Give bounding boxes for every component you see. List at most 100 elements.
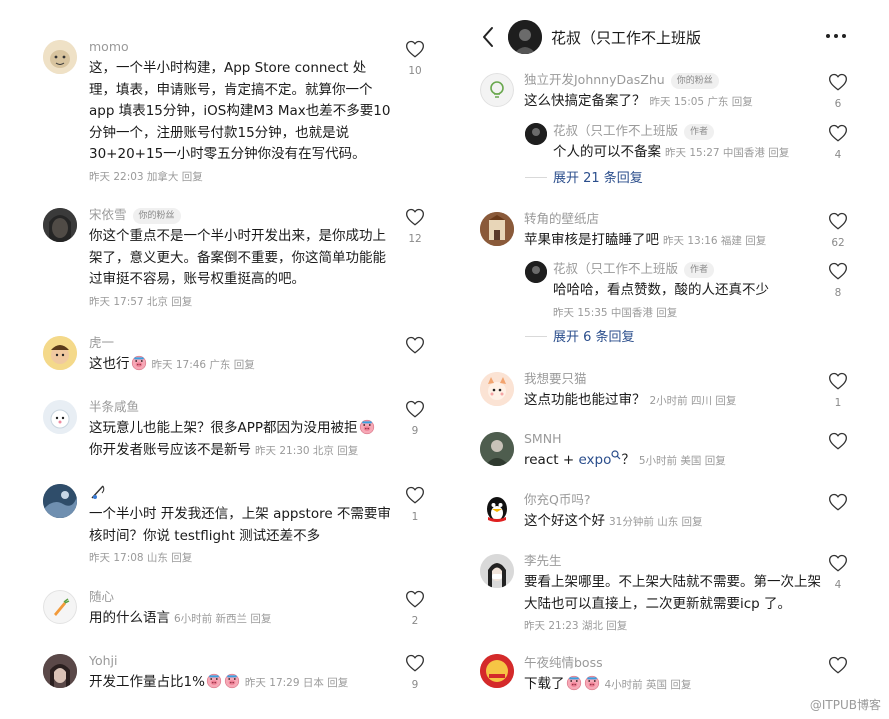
- comment-author[interactable]: 你充Q币吗?: [524, 491, 824, 509]
- search-link-text[interactable]: expo: [578, 452, 611, 468]
- like-button[interactable]: 4: [826, 124, 850, 162]
- avatar[interactable]: [525, 123, 547, 145]
- comment-meta[interactable]: 昨天 15:27 中国香港 回复: [665, 147, 789, 159]
- comment-body: 你充Q币吗? 这个好这个好 31分钟前 山东 回复: [524, 491, 824, 534]
- heart-icon: [405, 486, 425, 504]
- avatar[interactable]: [43, 336, 77, 370]
- like-button[interactable]: 10: [403, 40, 427, 78]
- pig-emoji-icon: [206, 673, 222, 689]
- comment-meta[interactable]: 昨天 21:23 湖北 回复: [524, 618, 824, 634]
- page-title: 花叔（只工作不上班版: [551, 29, 702, 47]
- like-button[interactable]: 9: [403, 654, 427, 692]
- like-button[interactable]: 1: [403, 486, 427, 524]
- comment-text: 这点功能也能过审？: [524, 392, 646, 408]
- like-button[interactable]: [403, 336, 427, 354]
- comment-meta[interactable]: 昨天 15:05 广东 回复: [650, 96, 753, 108]
- avatar[interactable]: [525, 261, 547, 283]
- comment-author[interactable]: 转角的壁纸店: [524, 210, 824, 228]
- comment-meta[interactable]: 6小时前 新西兰 回复: [174, 613, 271, 625]
- comment-author[interactable]: 花叔（只工作不上班版: [553, 261, 678, 276]
- comment-meta[interactable]: 31分钟前 山东 回复: [609, 516, 703, 528]
- like-button[interactable]: [826, 432, 850, 450]
- comment-meta[interactable]: 4小时前 英国 回复: [605, 679, 692, 691]
- heart-icon: [828, 124, 848, 142]
- comment-author[interactable]: 我想要只猫: [524, 370, 824, 388]
- like-button[interactable]: 9: [403, 400, 427, 438]
- comment-author[interactable]: 虎一: [89, 334, 409, 352]
- comment-author[interactable]: 独立开发JohnnyDasZhu: [524, 72, 665, 87]
- avatar[interactable]: [480, 212, 514, 246]
- comment-meta[interactable]: 昨天 21:30 北京 回复: [255, 445, 358, 457]
- comment-author-row: 宋依雪 你的粉丝: [89, 206, 391, 224]
- comment-author[interactable]: 午夜纯情boss: [524, 654, 824, 672]
- comment-body: 我想要只猫 这点功能也能过审？ 2小时前 四川 回复: [524, 370, 824, 413]
- comment-author[interactable]: 随心: [89, 588, 391, 606]
- comment-author[interactable]: SMNH: [524, 430, 824, 448]
- avatar[interactable]: [480, 493, 514, 527]
- pig-emoji-icon: [359, 419, 375, 435]
- avatar[interactable]: [43, 654, 77, 688]
- like-count: 4: [834, 579, 842, 591]
- more-options-icon[interactable]: [825, 28, 847, 44]
- search-link[interactable]: expo: [578, 450, 621, 468]
- comment-author[interactable]: 宋依雪: [89, 207, 127, 222]
- author-avatar[interactable]: [508, 20, 542, 54]
- comment-meta[interactable]: 2小时前 四川 回复: [650, 395, 737, 407]
- comment-text: 开发工作量占比1%: [89, 674, 205, 690]
- heart-icon: [828, 372, 848, 390]
- avatar[interactable]: [43, 484, 77, 518]
- comment-meta[interactable]: 昨天 17:08 山东 回复: [89, 550, 391, 566]
- like-button[interactable]: 4: [826, 554, 850, 592]
- comment-meta[interactable]: 5小时前 美国 回复: [639, 455, 726, 467]
- comment-author-row: [89, 484, 391, 502]
- comment-meta[interactable]: 昨天 17:57 北京 回复: [89, 294, 391, 310]
- comment-text: 这个好这个好: [524, 513, 605, 529]
- avatar[interactable]: [480, 372, 514, 406]
- comment-text-row: 这个好这个好 31分钟前 山东 回复: [524, 511, 824, 534]
- avatar[interactable]: [43, 590, 77, 624]
- like-button[interactable]: [826, 493, 850, 511]
- comment-meta[interactable]: 昨天 17:46 广东 回复: [152, 359, 255, 371]
- back-arrow-icon[interactable]: [480, 26, 496, 48]
- like-button[interactable]: 62: [826, 212, 850, 250]
- comment-text: 这么快搞定备案了？: [524, 93, 646, 109]
- comment-meta[interactable]: 昨天 15:35 中国香港 回复: [553, 305, 823, 321]
- heart-icon: [828, 554, 848, 572]
- avatar[interactable]: [43, 40, 77, 74]
- heart-icon: [828, 262, 848, 280]
- avatar[interactable]: [480, 654, 514, 688]
- like-button[interactable]: 6: [826, 73, 850, 111]
- comment-author[interactable]: momo: [89, 38, 391, 56]
- pig-emoji-icon: [584, 675, 600, 691]
- comment-text: 下载了: [524, 676, 565, 692]
- comment-body: 一个半小时 开发我还信，上架 appstore 不需要审核时间？你说 testf…: [89, 484, 391, 566]
- like-button[interactable]: 12: [403, 208, 427, 246]
- comment-author-row: 独立开发JohnnyDasZhu 你的粉丝: [524, 71, 824, 89]
- avatar[interactable]: [43, 208, 77, 242]
- comment-text-row: 这么快搞定备案了？ 昨天 15:05 广东 回复: [524, 91, 824, 114]
- like-button[interactable]: [826, 656, 850, 674]
- avatar[interactable]: [43, 400, 77, 434]
- comment-meta[interactable]: 昨天 22:03 加拿大 回复: [89, 169, 391, 185]
- avatar[interactable]: [480, 73, 514, 107]
- comment-author[interactable]: 李先生: [524, 552, 824, 570]
- comment-author[interactable]: 花叔（只工作不上班版: [553, 123, 678, 138]
- watermark: @ITPUB博客: [809, 698, 881, 712]
- left-comments-panel: momo 这，一个半小时构建，App Store connect 处理，填表，申…: [0, 0, 440, 719]
- comment-text: 用的什么语言: [89, 610, 170, 626]
- like-button[interactable]: 2: [403, 590, 427, 628]
- like-button[interactable]: 1: [826, 372, 850, 410]
- comment-author[interactable]: 半条咸鱼: [89, 398, 399, 416]
- heart-icon: [405, 208, 425, 226]
- like-count: 10: [408, 65, 422, 77]
- comment-text: 这玩意儿也能上架？很多APP都因为没用被拒: [89, 420, 358, 436]
- expand-replies-button[interactable]: 展开 21 条回复: [525, 167, 643, 186]
- avatar[interactable]: [480, 554, 514, 588]
- avatar[interactable]: [480, 432, 514, 466]
- comment-author[interactable]: Yohji: [89, 652, 409, 670]
- comment-text-row: react + expo ？ 5小时前 美国 回复: [524, 450, 824, 473]
- expand-replies-button[interactable]: 展开 6 条回复: [525, 326, 635, 345]
- comment-meta[interactable]: 昨天 13:16 福建 回复: [663, 235, 766, 247]
- comment-meta[interactable]: 昨天 17:29 日本 回复: [245, 677, 348, 689]
- like-button[interactable]: 8: [826, 262, 850, 300]
